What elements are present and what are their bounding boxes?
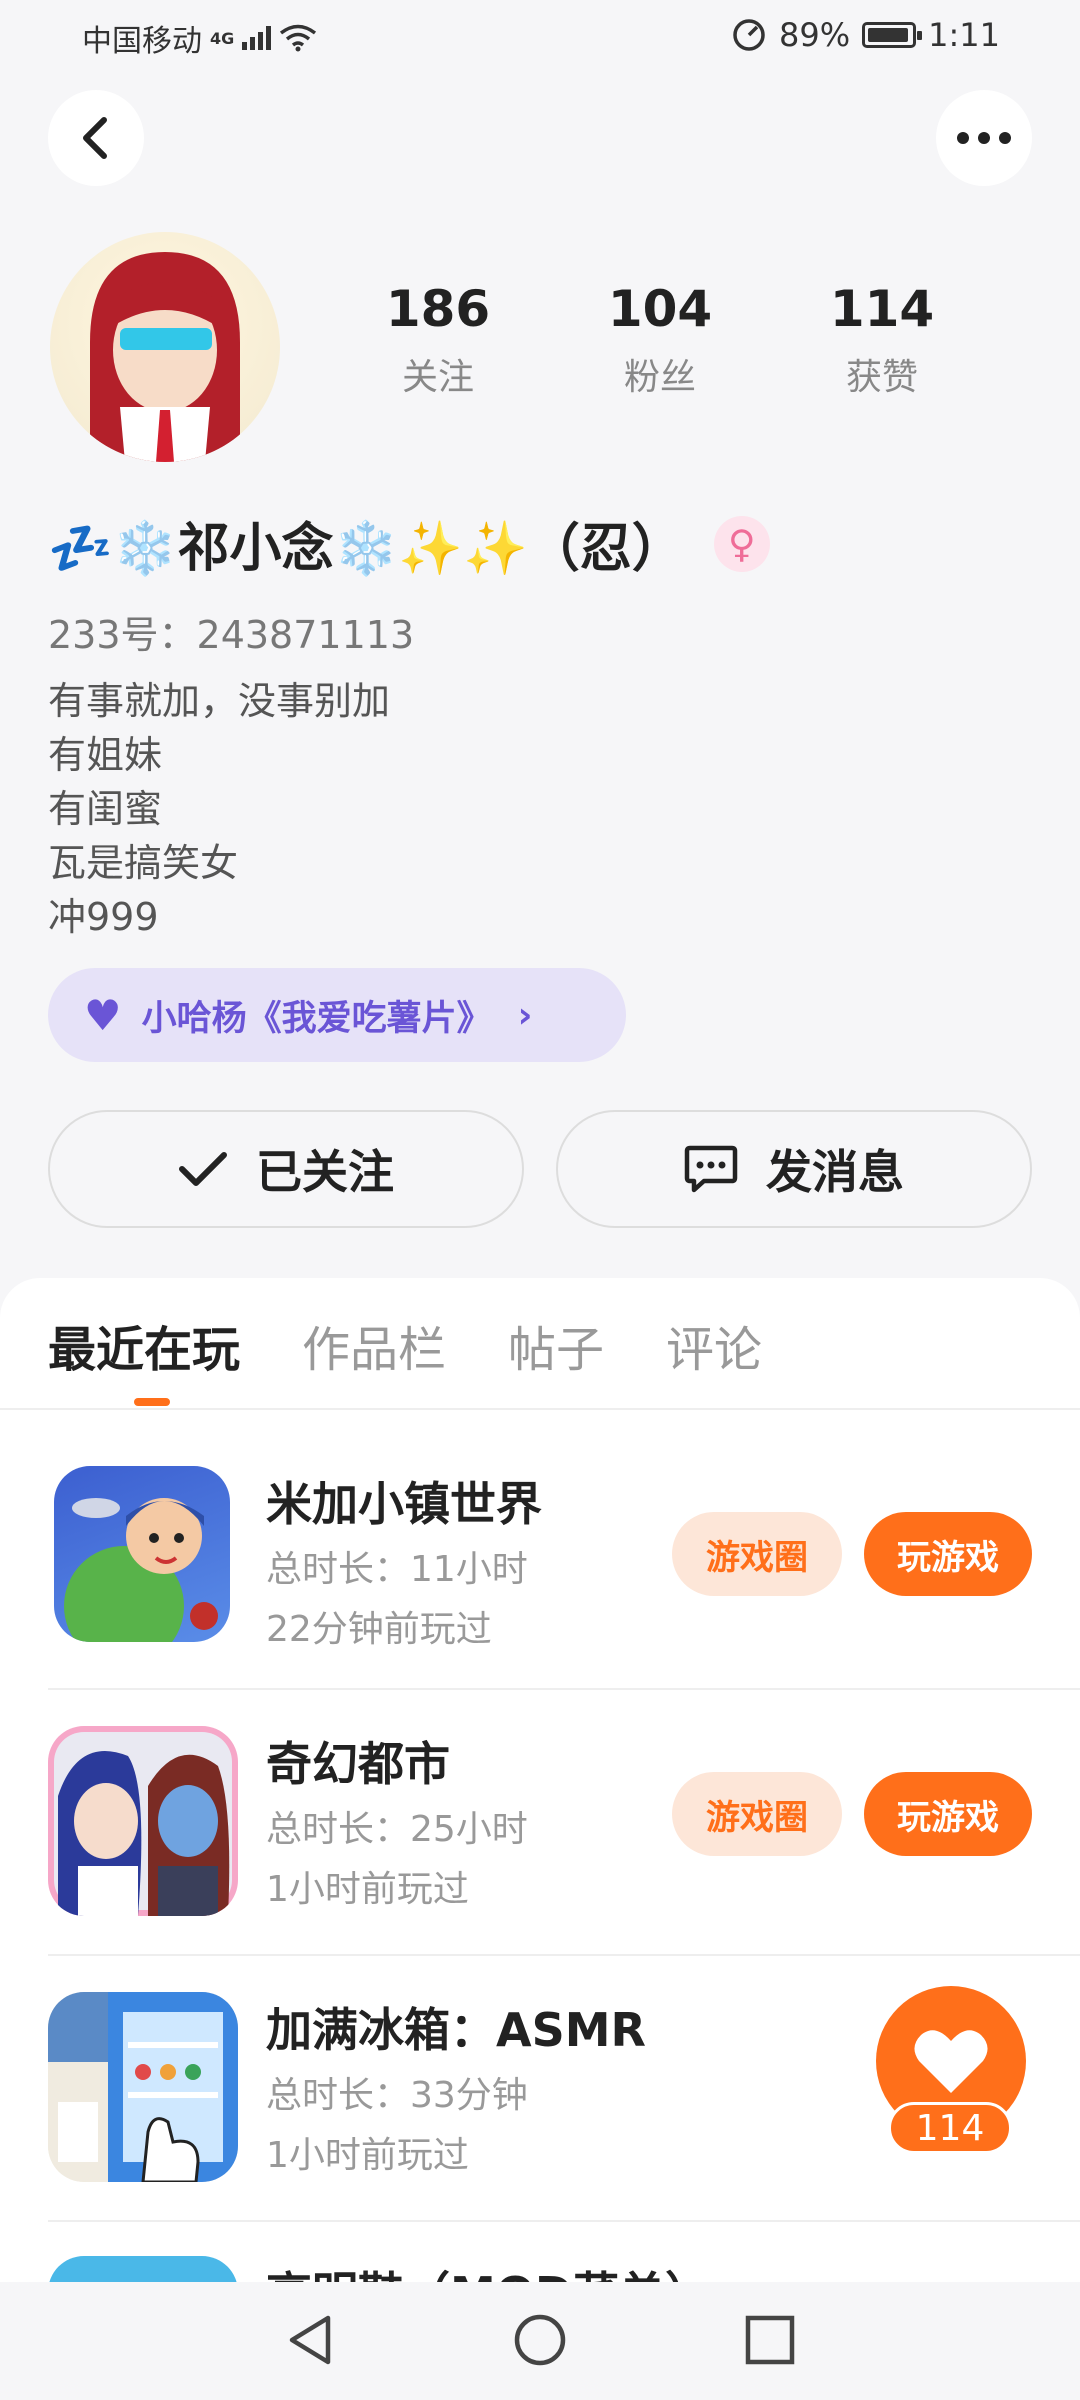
nav-back-icon[interactable] (282, 2312, 338, 2368)
bio-line: 有闺蜜 (48, 787, 163, 831)
message-label: 发消息 (766, 1145, 904, 1199)
following-count: 186 (385, 280, 491, 338)
stat-following[interactable]: 186 关注 (358, 280, 518, 400)
fans-count: 104 (607, 280, 713, 338)
tab-works[interactable]: 作品栏 (302, 1310, 446, 1380)
game-row[interactable]: 米加小镇世界 总时长：11小时 22分钟前玩过 游戏圈 玩游戏 (48, 1466, 1032, 1732)
heart-icon (914, 2030, 988, 2093)
bio-line: 有姐妹 (48, 733, 163, 777)
heart-icon: ♥ (84, 990, 122, 1040)
system-nav-bar (0, 2282, 1080, 2400)
like-button[interactable]: 114 (866, 1986, 1034, 2166)
chat-bubble-icon (684, 1145, 738, 1193)
clock: 1:11 (928, 16, 1000, 54)
bio-line: 瓦是搞笑女 (48, 841, 239, 885)
stat-fans[interactable]: 104 粉丝 (580, 280, 740, 400)
tab-posts[interactable]: 帖子 (508, 1310, 604, 1380)
game-row[interactable]: 高明鞋（MOD菜单） (48, 2256, 1032, 2282)
profile-tabs: 最近在玩 作品栏 帖子 评论 (48, 1310, 762, 1380)
like-count: 114 (888, 2102, 1012, 2154)
more-button[interactable] (936, 90, 1032, 186)
nav-home-icon[interactable] (512, 2312, 568, 2368)
game-icon-art (48, 1992, 238, 2182)
more-dots-icon (957, 132, 1011, 144)
battery-icon (862, 22, 923, 48)
game-icon-art (54, 1732, 232, 1916)
likes-label: 获赞 (845, 357, 918, 398)
bio-line: 冲999 (48, 895, 159, 939)
play-game-button[interactable]: 玩游戏 (864, 1772, 1032, 1856)
game-title: 加满冰箱：ASMR (266, 2003, 646, 2057)
game-duration: 总时长：25小时 (266, 1809, 528, 1850)
signal-icon (242, 26, 272, 50)
follow-label: 已关注 (256, 1145, 394, 1199)
gender-female-icon: ♀ (713, 515, 770, 572)
speed-icon (733, 19, 765, 51)
status-bar: 中国移动 4G 89% 1:11 (0, 0, 1080, 72)
nav-recents-icon[interactable] (742, 2312, 798, 2368)
status-left: 中国移动 4G (82, 16, 317, 60)
active-tab-indicator (134, 1398, 170, 1406)
message-button[interactable]: 发消息 (556, 1110, 1032, 1228)
game-icon[interactable] (48, 1992, 238, 2182)
game-icon-art (64, 1498, 218, 1642)
avatar[interactable] (50, 232, 280, 462)
network-label: 4G (210, 28, 235, 48)
divider (48, 2220, 1080, 2222)
follow-button[interactable]: 已关注 (48, 1110, 524, 1228)
game-icon[interactable] (54, 1466, 230, 1642)
game-last-played: 22分钟前玩过 (266, 1609, 492, 1650)
game-circle-button[interactable]: 游戏圈 (672, 1512, 842, 1596)
fans-label: 粉丝 (623, 357, 696, 398)
tab-recent-games[interactable]: 最近在玩 (48, 1310, 240, 1380)
game-title: 高明鞋（MOD菜单） (266, 2258, 711, 2282)
game-title: 米加小镇世界 (266, 1477, 542, 1531)
wifi-icon (280, 24, 317, 52)
play-game-button[interactable]: 玩游戏 (864, 1512, 1032, 1596)
game-last-played: 1小时前玩过 (266, 2135, 469, 2176)
battery-percent: 89% (779, 16, 851, 54)
nickname: 💤❄️祁小念❄️✨✨（忍） (48, 519, 684, 579)
divider (48, 1688, 1080, 1690)
following-label: 关注 (401, 357, 474, 398)
game-circle-button[interactable]: 游戏圈 (672, 1772, 842, 1856)
relationship-pill[interactable]: ♥ 小哈杨《我爱吃薯片》 › (48, 968, 626, 1062)
game-icon[interactable] (48, 1726, 238, 1916)
bio-line: 有事就加，没事别加 (48, 679, 391, 723)
chevron-right-icon: › (517, 994, 533, 1036)
tab-comments[interactable]: 评论 (666, 1310, 762, 1380)
stat-likes[interactable]: 114 获赞 (802, 280, 962, 400)
carrier-label: 中国移动 (82, 24, 202, 59)
divider (48, 1954, 1080, 1956)
divider (0, 1408, 1080, 1410)
status-right: 89% 1:11 (731, 16, 1000, 54)
check-icon (179, 1152, 227, 1186)
game-row[interactable]: 奇幻都市 总时长：25小时 1小时前玩过 游戏圈 玩游戏 (48, 1726, 1032, 1992)
nickname-row: 💤❄️祁小念❄️✨✨（忍） ♀ (48, 506, 770, 581)
bio: 有事就加，没事别加 有姐妹 有闺蜜 瓦是搞笑女 冲999 (48, 674, 390, 944)
likes-count: 114 (829, 280, 935, 338)
game-title: 奇幻都市 (266, 1737, 450, 1791)
avatar-illustration (90, 252, 240, 462)
game-duration: 总时长：11小时 (266, 1549, 528, 1590)
relationship-label: 小哈杨《我爱吃薯片》 (141, 998, 492, 1039)
back-button[interactable] (48, 90, 144, 186)
game-last-played: 1小时前玩过 (266, 1869, 469, 1910)
chevron-left-icon (83, 117, 107, 159)
game-duration: 总时长：33分钟 (266, 2075, 528, 2116)
game-icon[interactable] (48, 2256, 238, 2282)
user-id: 233号：243871113 (48, 613, 415, 657)
